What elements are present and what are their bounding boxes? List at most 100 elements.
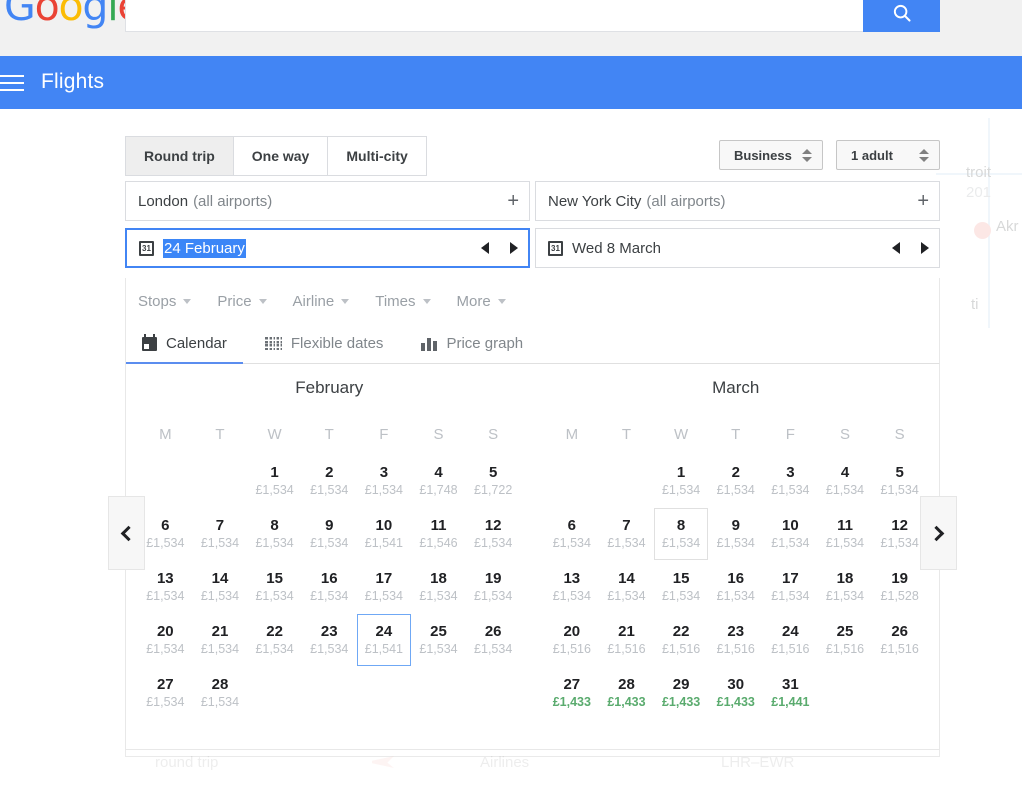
calendar-day-cell[interactable]: 4 £1,534 (818, 455, 873, 507)
calendar-day-cell[interactable]: 2 £1,534 (302, 455, 357, 507)
calendar-day-cell[interactable]: 18 £1,534 (818, 561, 873, 613)
calendar-day-cell[interactable]: 3 £1,534 (357, 455, 412, 507)
logo-letter: G (4, 0, 36, 30)
filter-airline[interactable]: Airline (293, 293, 350, 310)
calendar-day-cell[interactable]: 13 £1,534 (545, 561, 600, 613)
calendar-day-cell[interactable]: 21 £1,534 (193, 614, 248, 666)
calendar-day-cell[interactable]: 15 £1,534 (654, 561, 709, 613)
weekday-initial: S (433, 426, 444, 443)
day-number: 14 (211, 569, 229, 587)
calendar-day-cell[interactable]: 5 £1,534 (872, 455, 927, 507)
calendar-day-cell[interactable]: 25 £1,534 (411, 614, 466, 666)
calendar-day-cell[interactable]: 25 £1,516 (818, 614, 873, 666)
calendar-day-cell[interactable]: 20 £1,534 (138, 614, 193, 666)
filter-more[interactable]: More (457, 293, 506, 310)
day-number: 13 (563, 569, 581, 587)
calendar-day-cell[interactable]: 29 £1,433 (654, 667, 709, 719)
calendar-day-cell[interactable]: 9 £1,534 (302, 508, 357, 560)
trip-type-round-trip[interactable]: Round trip (125, 136, 234, 176)
calendar-day-cell[interactable]: 10 £1,534 (763, 508, 818, 560)
background-text: LHR–EWR (721, 754, 795, 771)
calendar-day-cell[interactable]: 22 £1,516 (654, 614, 709, 666)
passengers-select[interactable]: 1 adult (836, 140, 940, 170)
origin-field[interactable]: London (all airports) + (125, 181, 530, 221)
departure-date-field[interactable]: 31 24 February (125, 228, 530, 268)
calendar-day-cell[interactable]: 28 £1,433 (599, 667, 654, 719)
calendar-day-cell[interactable]: 28 £1,534 (193, 667, 248, 719)
tab-price-graph[interactable]: Price graph (417, 324, 527, 364)
calendar-day-cell[interactable]: 14 £1,534 (599, 561, 654, 613)
calendar-day-cell[interactable]: 1 £1,534 (247, 455, 302, 507)
day-price: £1,433 (716, 694, 755, 709)
destination-field[interactable]: New York City (all airports) + (535, 181, 940, 221)
return-next-day-icon[interactable] (921, 242, 929, 254)
calendar-day-cell[interactable]: 13 £1,534 (138, 561, 193, 613)
calendar-day-cell[interactable]: 12 £1,534 (466, 508, 521, 560)
calendar-day-cell[interactable]: 17 £1,534 (763, 561, 818, 613)
return-date-value: Wed 8 March (572, 239, 661, 257)
calendar-day-cell[interactable]: 12 £1,534 (872, 508, 927, 560)
calendar-day-cell[interactable]: 27 £1,534 (138, 667, 193, 719)
calendar-day-cell[interactable]: 15 £1,534 (247, 561, 302, 613)
filter-times[interactable]: Times (375, 293, 431, 310)
search-input[interactable] (125, 0, 863, 32)
trip-type-multi-city[interactable]: Multi-city (328, 136, 427, 176)
add-destination-icon[interactable]: + (917, 191, 929, 211)
calendar-day-cell[interactable]: 8 £1,534 (653, 508, 709, 560)
calendar-day-cell[interactable]: 10 £1,541 (357, 508, 412, 560)
trip-type-one-way[interactable]: One way (233, 136, 329, 176)
calendar-day-cell[interactable]: 17 £1,534 (357, 561, 412, 613)
calendar-day-cell[interactable]: 31 £1,441 (763, 667, 818, 719)
calendar-day-cell[interactable]: 4 £1,748 (411, 455, 466, 507)
calendar-day-cell[interactable]: 16 £1,534 (708, 561, 763, 613)
calendar-day-cell[interactable]: 22 £1,534 (247, 614, 302, 666)
google-logo[interactable]: Google (4, 0, 143, 30)
cabin-class-select[interactable]: Business (719, 140, 823, 170)
calendar-day-cell[interactable]: 9 £1,534 (708, 508, 763, 560)
calendar-next-button[interactable] (920, 496, 957, 570)
calendar-day-cell[interactable]: 19 £1,534 (466, 561, 521, 613)
calendar-day-cell[interactable]: 2 £1,534 (708, 455, 763, 507)
filter-price[interactable]: Price (217, 293, 267, 310)
calendar-day-cell[interactable]: 6 £1,534 (545, 508, 600, 560)
chevron-down-icon (422, 298, 431, 304)
calendar-day-cell[interactable]: 26 £1,534 (466, 614, 521, 666)
calendar-day-cell[interactable]: 11 £1,534 (818, 508, 873, 560)
calendar-day-cell[interactable]: 16 £1,534 (302, 561, 357, 613)
calendar-day-cell[interactable]: 23 £1,516 (708, 614, 763, 666)
search-button[interactable] (863, 0, 940, 32)
calendar-day-cell[interactable]: 19 £1,528 (872, 561, 927, 613)
tab-flexible-dates[interactable]: Flexible dates (261, 324, 388, 364)
app-header: Flights (0, 56, 1022, 109)
hamburger-menu-icon[interactable] (0, 72, 40, 94)
calendar-day-cell[interactable]: 18 £1,534 (411, 561, 466, 613)
calendar-day-cell[interactable]: 20 £1,516 (545, 614, 600, 666)
calendar-day-cell[interactable]: 24 £1,541 (356, 614, 412, 666)
calendar-prev-button[interactable] (108, 496, 145, 570)
departure-next-day-icon[interactable] (510, 242, 518, 254)
calendar-day-cell[interactable]: 23 £1,534 (302, 614, 357, 666)
calendar-day-cell[interactable]: 24 £1,516 (763, 614, 818, 666)
calendar-day-cell[interactable]: 1 £1,534 (654, 455, 709, 507)
calendar-day-cell[interactable]: 3 £1,534 (763, 455, 818, 507)
day-number: 27 (563, 675, 581, 693)
calendar-day-cell[interactable]: 8 £1,534 (247, 508, 302, 560)
day-price: £1,534 (419, 588, 458, 603)
calendar-day-cell[interactable]: 6 £1,534 (138, 508, 193, 560)
calendar-day-cell[interactable]: 27 £1,433 (545, 667, 600, 719)
calendar-day-cell[interactable]: 7 £1,534 (193, 508, 248, 560)
tab-calendar[interactable]: Calendar (126, 324, 243, 365)
calendar-day-cell[interactable]: 11 £1,546 (411, 508, 466, 560)
return-date-field[interactable]: 31 Wed 8 March (535, 228, 940, 268)
departure-prev-day-icon[interactable] (481, 242, 489, 254)
day-price: £1,534 (474, 588, 513, 603)
calendar-day-cell[interactable]: 7 £1,534 (599, 508, 654, 560)
return-prev-day-icon[interactable] (892, 242, 900, 254)
calendar-day-cell[interactable]: 14 £1,534 (193, 561, 248, 613)
add-origin-icon[interactable]: + (507, 191, 519, 211)
filter-stops[interactable]: Stops (138, 293, 192, 310)
calendar-day-cell[interactable]: 30 £1,433 (708, 667, 763, 719)
calendar-day-cell[interactable]: 5 £1,722 (466, 455, 521, 507)
calendar-day-cell[interactable]: 26 £1,516 (872, 614, 927, 666)
calendar-day-cell[interactable]: 21 £1,516 (599, 614, 654, 666)
